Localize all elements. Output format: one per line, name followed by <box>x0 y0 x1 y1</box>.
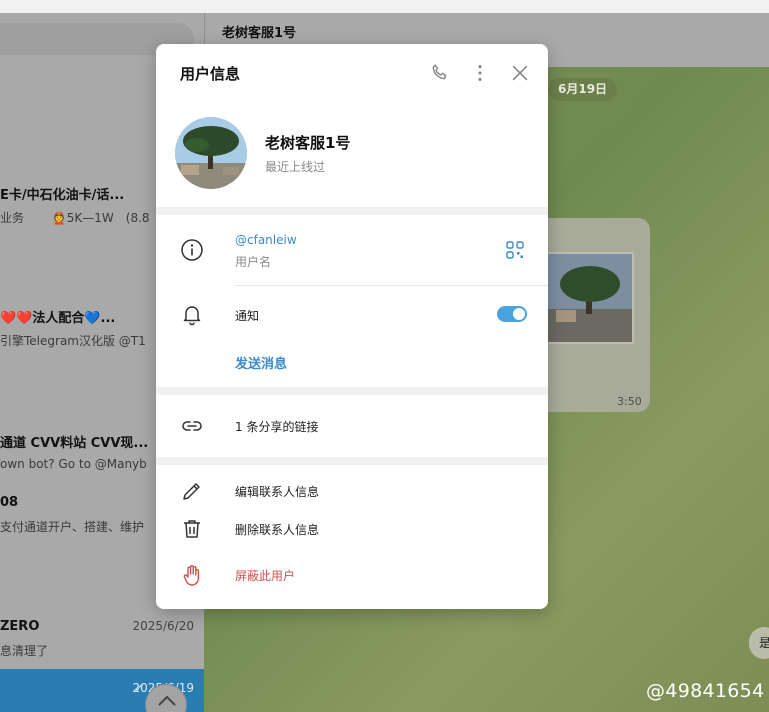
bell-icon <box>183 306 201 326</box>
username-value[interactable]: @cfanleiw <box>235 233 297 247</box>
edit-contact-button[interactable]: 编辑联系人信息 <box>235 483 319 500</box>
date-pill: 6月19日 <box>548 78 618 101</box>
chat-title: ❤️❤️法人配合💙... <box>0 311 116 326</box>
user-info-dialog: 用户信息 老树客服1号 最近上线过 @cfanleiw 用户名 通知 发送消息 … <box>156 44 548 609</box>
chat-title: 08 <box>0 495 19 510</box>
toggle-knob <box>513 308 525 320</box>
shared-links-item[interactable]: 1 条分享的链接 <box>235 418 318 435</box>
chat-title: E卡/中石化油卡/话... <box>0 188 125 203</box>
avatar[interactable] <box>175 117 247 189</box>
side-pill[interactable]: 是 <box>749 627 769 659</box>
chat-preview: 业务 👲5K—1W (8.8 <box>0 211 150 225</box>
notifications-toggle[interactable] <box>497 306 527 322</box>
section-separator <box>156 387 548 395</box>
chat-preview: 息清理了 <box>0 644 49 658</box>
section-separator <box>156 457 548 465</box>
info-icon <box>181 239 203 261</box>
chat-header-title: 老树客服1号 <box>222 26 297 41</box>
chat-preview: 引擎Telegram汉化版 @T1 <box>0 334 146 348</box>
section-separator <box>156 207 548 215</box>
qr-code-icon[interactable] <box>506 241 524 259</box>
dialog-title: 用户信息 <box>180 65 241 83</box>
delete-contact-button[interactable]: 删除联系人信息 <box>235 521 319 538</box>
row-divider <box>235 285 548 286</box>
avatar-tree-image <box>175 117 247 189</box>
hand-icon <box>183 565 200 586</box>
phone-icon[interactable] <box>429 62 451 84</box>
username-label: 用户名 <box>235 255 272 269</box>
window-top-strip <box>0 0 769 13</box>
pencil-icon <box>183 483 200 500</box>
profile-status: 最近上线过 <box>265 160 326 174</box>
send-message-button[interactable]: 发送消息 <box>235 353 287 372</box>
message-time: 3:50 <box>617 395 642 408</box>
chat-title: ZERO <box>0 619 40 634</box>
chat-preview: 支付通道开户、搭建、维护 <box>0 520 145 534</box>
chat-date: 2025/6/20 <box>132 619 194 633</box>
chat-preview: own bot? Go to @Manyb <box>0 457 147 471</box>
block-user-button[interactable]: 屏蔽此用户 <box>235 567 295 584</box>
notifications-label: 通知 <box>235 309 260 323</box>
message-photo[interactable] <box>546 252 634 344</box>
watermark: @49841654 <box>646 680 765 702</box>
link-icon <box>182 421 202 431</box>
trash-icon <box>184 520 200 538</box>
tree-photo-icon <box>548 254 632 342</box>
chat-title: 通道 CVV料站 CVV现... <box>0 436 149 451</box>
profile-name: 老树客服1号 <box>265 134 351 152</box>
chat-list-item[interactable]: ZERO 2025/6/20 息清理了 <box>0 616 204 666</box>
close-icon[interactable] <box>509 62 531 84</box>
chevron-up-icon <box>158 695 176 706</box>
more-vertical-icon[interactable] <box>469 62 491 84</box>
